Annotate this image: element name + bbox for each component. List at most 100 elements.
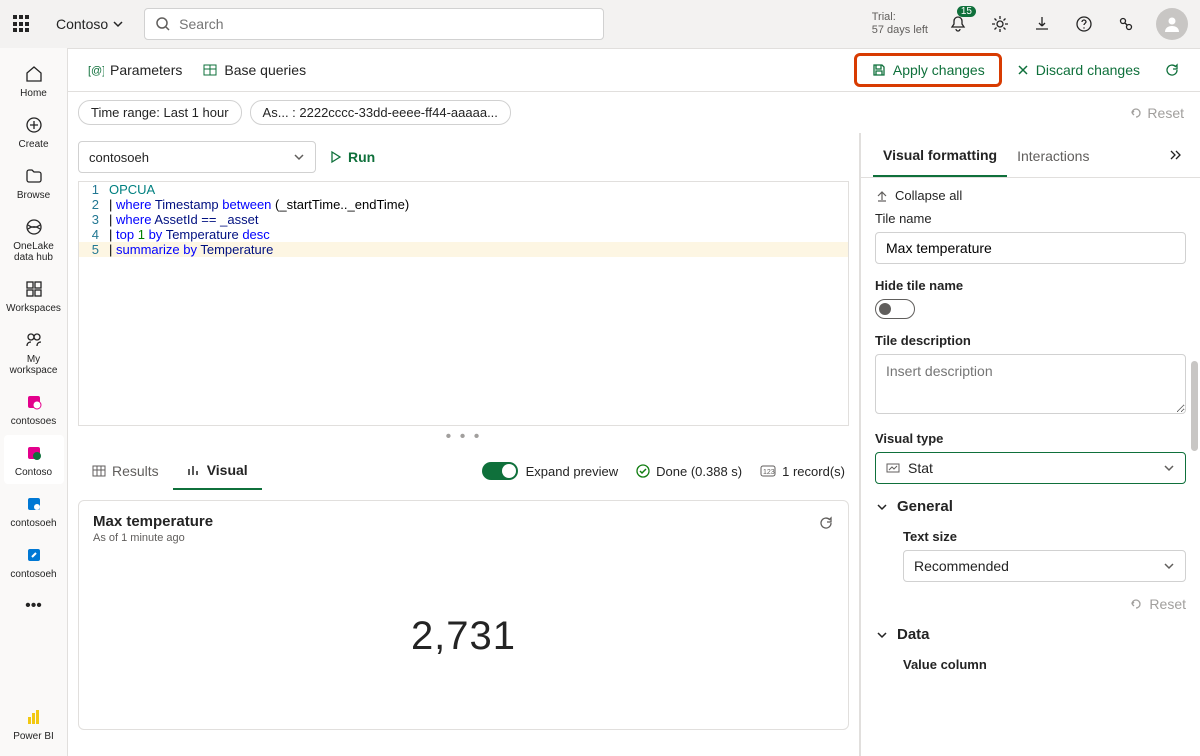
visual-type-select[interactable]: Stat — [875, 452, 1186, 484]
time-range-chip[interactable]: Time range: Last 1 hour — [78, 100, 242, 125]
feedback-button[interactable] — [1114, 12, 1138, 36]
chevron-down-icon — [875, 500, 889, 514]
chevron-down-icon — [1163, 560, 1175, 572]
check-circle-icon — [636, 464, 650, 478]
tile-name-label: Tile name — [875, 211, 1186, 226]
tile-subtitle: As of 1 minute ago — [93, 532, 834, 544]
help-button[interactable] — [1072, 12, 1096, 36]
rail-contosoes[interactable]: contosoes — [4, 384, 64, 433]
kql-code-editor[interactable]: 1OPCUA 2| where Timestamp between (_star… — [78, 181, 849, 426]
visual-type-label: Visual type — [875, 431, 1186, 446]
svg-text:[@]: [@] — [88, 65, 104, 77]
feedback-icon — [1117, 15, 1135, 33]
rail-browse[interactable]: Browse — [4, 158, 64, 207]
hide-tile-name-label: Hide tile name — [875, 278, 1186, 293]
chevron-down-icon — [875, 628, 889, 642]
rail-more[interactable]: ••• — [4, 588, 64, 624]
tab-results[interactable]: Results — [78, 453, 173, 489]
rail-contoso-active[interactable]: Contoso — [4, 435, 64, 484]
download-button[interactable] — [1030, 12, 1054, 36]
save-icon — [871, 62, 887, 78]
rail-create[interactable]: Create — [4, 107, 64, 156]
download-icon — [1033, 15, 1051, 33]
rail-workspaces[interactable]: Workspaces — [4, 271, 64, 320]
bell-icon — [949, 15, 967, 33]
person-icon — [1162, 14, 1182, 34]
parameters-button[interactable]: [@] Parameters — [78, 56, 192, 84]
record-count: 123 1 record(s) — [760, 464, 845, 479]
query-editor-pane: contosoeh Run 1OPCUA 2| where Timestamp … — [68, 133, 860, 756]
results-tabs: Results Visual Expand preview Done (0.38… — [78, 448, 849, 490]
query-status: Done (0.388 s) — [636, 464, 742, 479]
refresh-icon — [818, 515, 834, 531]
top-right-actions: Trial: 57 days left 15 — [872, 8, 1188, 40]
rail-home[interactable]: Home — [4, 56, 64, 105]
app-launcher-icon[interactable] — [12, 14, 32, 34]
text-size-label: Text size — [903, 529, 1186, 544]
datasource-select[interactable]: contosoeh — [78, 141, 316, 173]
collapse-all-button[interactable]: Collapse all — [875, 188, 1186, 203]
stat-type-icon — [886, 461, 900, 475]
tile-name-input[interactable] — [875, 232, 1186, 264]
number-icon: 123 — [760, 464, 776, 478]
scrollbar[interactable] — [1191, 361, 1198, 451]
visual-formatting-pane: Visual formatting Interactions Collapse … — [860, 133, 1200, 756]
tab-interactions[interactable]: Interactions — [1007, 134, 1099, 176]
left-nav-rail: Home Create Browse OneLake data hub Work… — [0, 48, 68, 756]
top-bar: Contoso Trial: 57 days left 15 — [0, 0, 1200, 48]
asset-chip[interactable]: As... : 2222cccc-33dd-eeee-ff44-aaaaa... — [250, 100, 511, 125]
search-icon — [155, 16, 171, 32]
svg-text:123: 123 — [763, 469, 775, 476]
base-queries-button[interactable]: Base queries — [192, 56, 316, 84]
close-icon — [1016, 63, 1030, 77]
help-icon — [1075, 15, 1093, 33]
tile-description-input[interactable] — [875, 354, 1186, 414]
reset-text-size-button[interactable]: Reset — [903, 596, 1186, 612]
parameters-icon: [@] — [88, 62, 104, 78]
text-size-select[interactable]: Recommended — [903, 550, 1186, 582]
tenant-name: Contoso — [56, 16, 108, 32]
expand-preview-toggle[interactable] — [482, 462, 518, 480]
run-button[interactable]: Run — [328, 149, 375, 165]
refresh-toolbar-button[interactable] — [1154, 53, 1190, 87]
hide-tile-name-toggle[interactable] — [875, 299, 915, 319]
notification-badge: 15 — [957, 6, 976, 17]
gear-icon — [991, 15, 1009, 33]
section-data[interactable]: Data — [875, 626, 1186, 643]
undo-icon — [1129, 597, 1143, 611]
apply-changes-button[interactable]: Apply changes — [854, 53, 1002, 87]
settings-button[interactable] — [988, 12, 1012, 36]
chevron-down-icon — [1163, 462, 1175, 474]
discard-changes-button[interactable]: Discard changes — [1006, 53, 1150, 87]
search-input[interactable] — [179, 16, 593, 32]
chevron-down-icon — [293, 151, 305, 163]
tile-description-label: Tile description — [875, 333, 1186, 348]
notifications-button[interactable]: 15 — [946, 12, 970, 36]
content-area: [@] Parameters Base queries Apply change… — [68, 48, 1200, 756]
section-general[interactable]: General — [875, 498, 1186, 515]
rail-my-workspace[interactable]: My workspace — [4, 322, 64, 382]
pane-resize-handle[interactable]: • • • — [78, 426, 849, 448]
rail-powerbi[interactable]: Power BI — [4, 699, 64, 748]
table-icon — [92, 464, 106, 478]
rail-onelake[interactable]: OneLake data hub — [4, 209, 64, 269]
trial-status: Trial: 57 days left — [872, 11, 928, 37]
value-column-label: Value column — [903, 657, 1186, 672]
rail-contosoeh-2[interactable]: contosoeh — [4, 537, 64, 586]
rail-contosoeh-1[interactable]: contosoeh — [4, 486, 64, 535]
user-avatar[interactable] — [1156, 8, 1188, 40]
stat-value: 2,731 — [93, 614, 834, 659]
tile-refresh-button[interactable] — [818, 515, 834, 531]
expand-pane-button[interactable] — [1162, 142, 1188, 168]
double-chevron-icon — [1168, 148, 1182, 162]
stat-visual-tile: Max temperature As of 1 minute ago 2,731 — [78, 500, 849, 730]
reset-filters-button[interactable]: Reset — [1129, 105, 1190, 121]
chart-icon — [187, 463, 201, 477]
play-icon — [328, 150, 342, 164]
tab-visual[interactable]: Visual — [173, 452, 262, 490]
tab-visual-formatting[interactable]: Visual formatting — [873, 133, 1007, 177]
refresh-icon — [1164, 62, 1180, 78]
undo-icon — [1129, 106, 1143, 120]
tenant-switcher[interactable]: Contoso — [56, 16, 124, 32]
search-box[interactable] — [144, 8, 604, 40]
